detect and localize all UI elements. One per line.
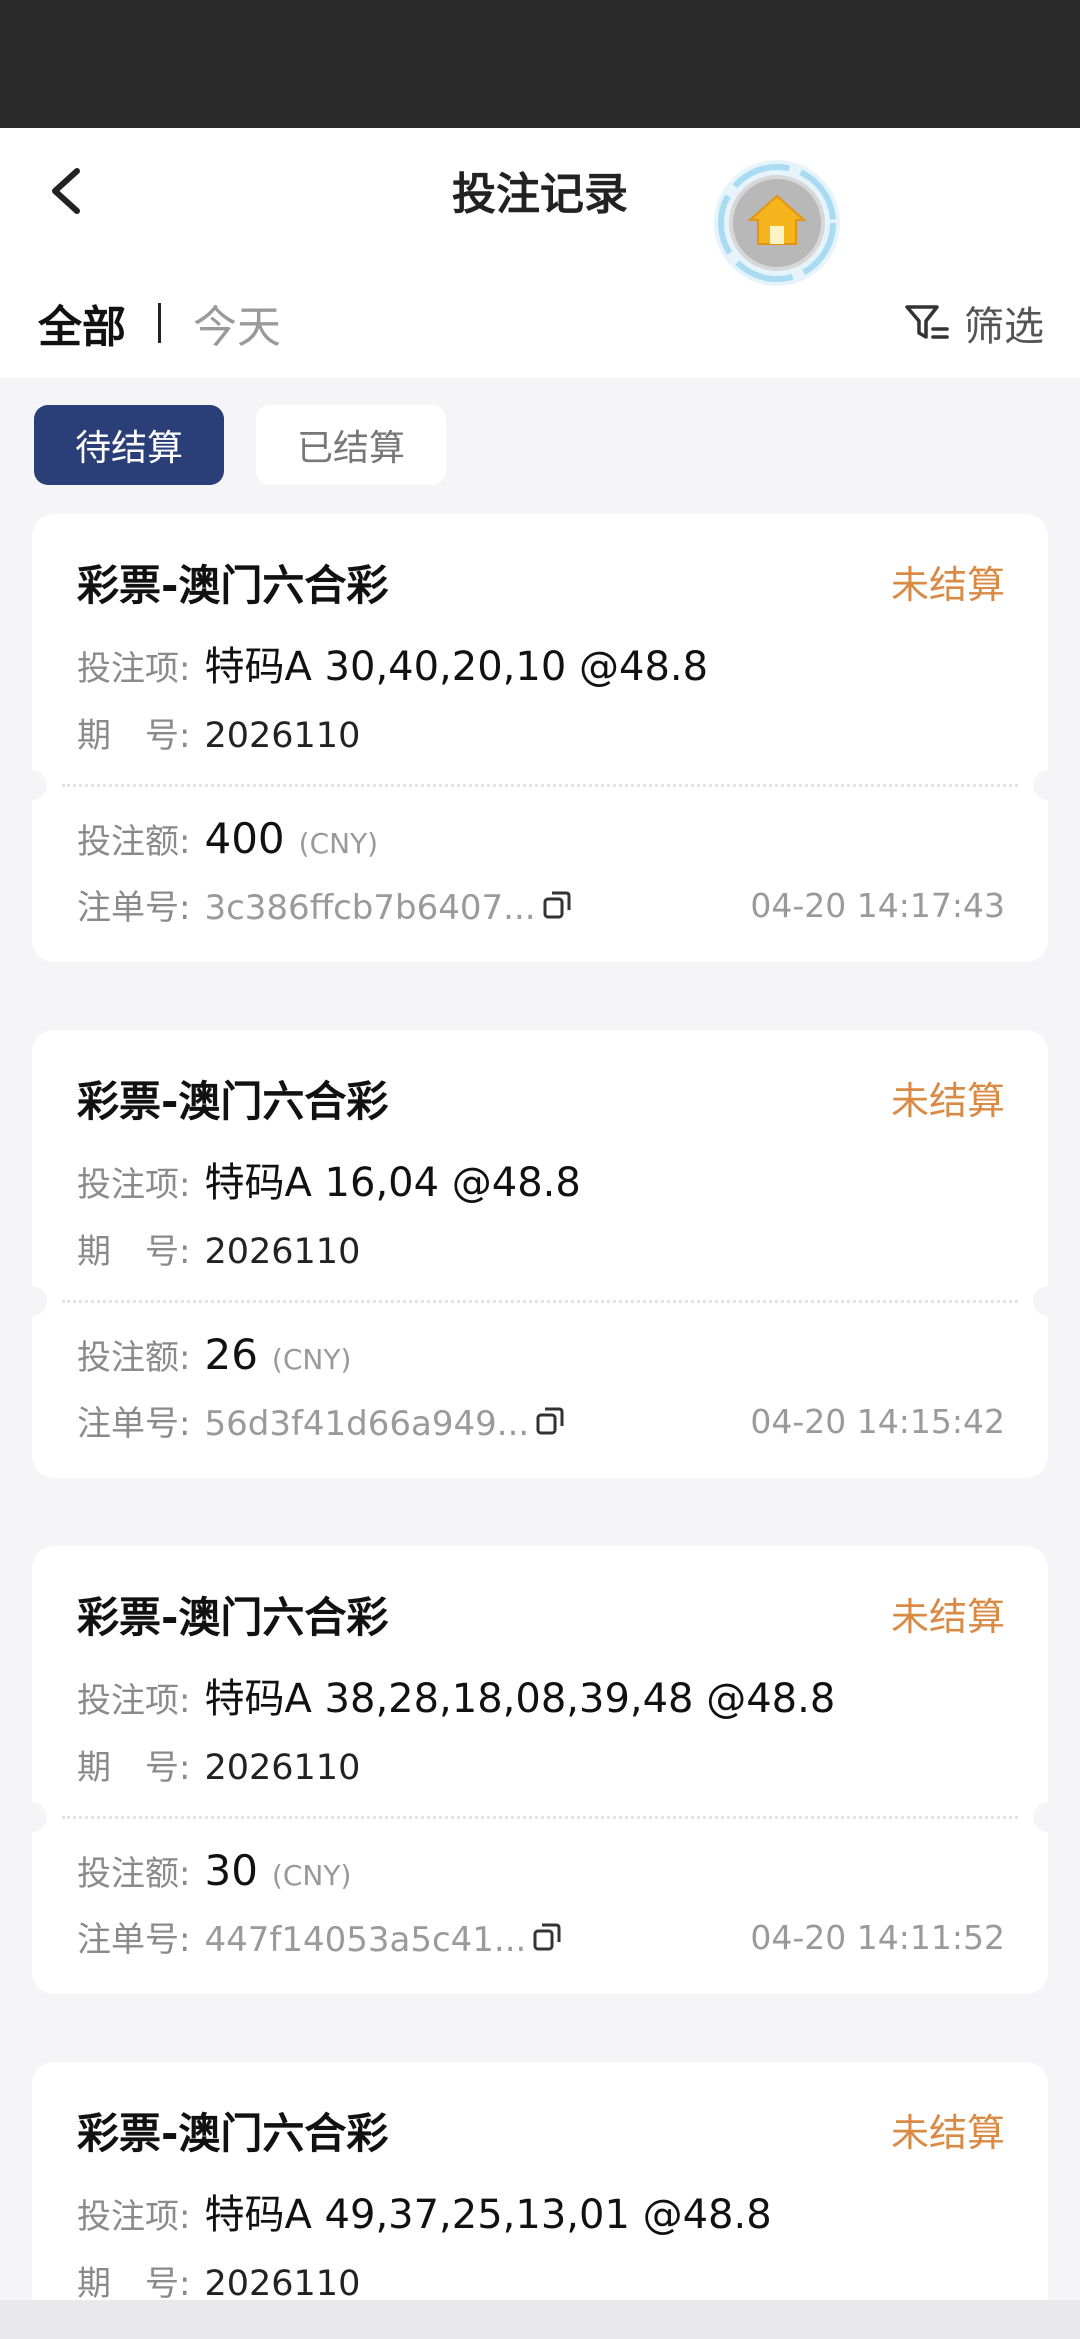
amount-row: 投注额: 30 (CNY) xyxy=(77,1846,351,1895)
copy-icon[interactable] xyxy=(535,1406,565,1436)
issue-value: 2026110 xyxy=(204,716,361,756)
card-title: 彩票-澳门六合彩 xyxy=(77,1593,389,1642)
bet-time: 04-20 14:17:43 xyxy=(750,886,1005,925)
amount-currency: (CNY) xyxy=(298,827,379,860)
bet-item-value: 特码A 49,37,25,13,01 @48.8 xyxy=(204,2192,772,2238)
card-notch xyxy=(1033,770,1048,800)
bottom-bar xyxy=(0,2300,1080,2339)
card-notch xyxy=(32,1802,47,1832)
amount-value: 30 xyxy=(204,1846,258,1895)
card-notch xyxy=(32,770,47,800)
card-divider xyxy=(62,1816,1018,1819)
bet-item-value: 特码A 38,28,18,08,39,48 @48.8 xyxy=(204,1676,836,1722)
filter-label: 筛选 xyxy=(964,304,1044,350)
amount-currency: (CNY) xyxy=(271,1343,352,1376)
page-title: 投注记录 xyxy=(452,169,628,220)
card-title: 彩票-澳门六合彩 xyxy=(77,1077,389,1126)
issue-value: 2026110 xyxy=(204,1232,361,1272)
status-badge: 未结算 xyxy=(890,2111,1005,2155)
order-id: 3c386ffcb7b6407... xyxy=(204,888,536,928)
bet-card[interactable]: 彩票-澳门六合彩 未结算 投注项: 特码A 16,04 @48.8 期 号: 2… xyxy=(32,1030,1048,1478)
bet-item-label: 投注项: xyxy=(77,1165,191,1205)
amount-row: 投注额: 400 (CNY) xyxy=(77,814,378,863)
order-row: 注单号: 447f14053a5c41... xyxy=(77,1912,562,1961)
order-row: 注单号: 3c386ffcb7b6407... xyxy=(77,880,572,929)
issue-row: 期 号: 2026110 xyxy=(77,1224,360,1273)
filter-icon xyxy=(905,305,949,339)
issue-row: 期 号: 2026110 xyxy=(77,2256,360,2300)
amount-label: 投注额: xyxy=(77,822,191,862)
amount-label: 投注额: xyxy=(77,1854,191,1894)
amount-value: 400 xyxy=(204,814,285,863)
issue-label: 期 号: xyxy=(77,1748,191,1788)
bet-time: 04-20 14:15:42 xyxy=(750,1402,1005,1441)
issue-label: 期 号: xyxy=(77,1232,191,1272)
bet-time: 04-20 14:11:52 xyxy=(750,1918,1005,1957)
card-notch xyxy=(1033,1286,1048,1316)
header: 投注记录 全部 今天 筛选 xyxy=(0,128,1080,378)
tab-pending[interactable]: 待结算 xyxy=(34,405,224,485)
order-label: 注单号: xyxy=(77,1404,191,1444)
bet-card[interactable]: 彩票-澳门六合彩 未结算 投注项: 特码A 38,28,18,08,39,48 … xyxy=(32,1546,1048,1994)
tab-today[interactable]: 今天 xyxy=(193,291,281,355)
issue-value: 2026110 xyxy=(204,2264,361,2300)
bet-item-row: 投注项: 特码A 38,28,18,08,39,48 @48.8 xyxy=(77,1666,835,1724)
card-notch xyxy=(32,1286,47,1316)
home-icon xyxy=(714,160,840,286)
order-id: 56d3f41d66a949... xyxy=(204,1404,530,1444)
issue-row: 期 号: 2026110 xyxy=(77,708,360,757)
order-row: 注单号: 56d3f41d66a949... xyxy=(77,1396,565,1445)
bet-item-row: 投注项: 特码A 49,37,25,13,01 @48.8 xyxy=(77,2182,772,2240)
order-label: 注单号: xyxy=(77,888,191,928)
card-title: 彩票-澳门六合彩 xyxy=(77,561,389,610)
card-divider xyxy=(62,1300,1018,1303)
issue-row: 期 号: 2026110 xyxy=(77,1740,360,1789)
card-divider xyxy=(62,784,1018,787)
issue-value: 2026110 xyxy=(204,1748,361,1788)
bet-item-label: 投注项: xyxy=(77,1681,191,1721)
bet-item-value: 特码A 30,40,20,10 @48.8 xyxy=(204,644,709,690)
home-button[interactable] xyxy=(712,158,842,288)
bet-item-label: 投注项: xyxy=(77,649,191,689)
amount-currency: (CNY) xyxy=(271,1859,352,1892)
order-label: 注单号: xyxy=(77,1920,191,1960)
tab-all[interactable]: 全部 xyxy=(38,291,126,355)
bet-item-row: 投注项: 特码A 30,40,20,10 @48.8 xyxy=(77,634,708,692)
order-id: 447f14053a5c41... xyxy=(204,1920,527,1960)
amount-label: 投注额: xyxy=(77,1338,191,1378)
status-badge: 未结算 xyxy=(890,1595,1005,1639)
status-badge: 未结算 xyxy=(890,1079,1005,1123)
tab-divider xyxy=(158,303,161,343)
amount-row: 投注额: 26 (CNY) xyxy=(77,1330,351,1379)
copy-icon[interactable] xyxy=(532,1922,562,1952)
status-tabs: 待结算 已结算 xyxy=(34,405,478,485)
tab-settled[interactable]: 已结算 xyxy=(256,405,446,485)
card-title: 彩票-澳门六合彩 xyxy=(77,2109,389,2158)
bet-card[interactable]: 彩票-澳门六合彩 未结算 投注项: 特码A 30,40,20,10 @48.8 … xyxy=(32,514,1048,962)
bet-item-label: 投注项: xyxy=(77,2197,191,2237)
card-notch xyxy=(1033,1802,1048,1832)
bet-item-value: 特码A 16,04 @48.8 xyxy=(204,1160,581,1206)
copy-icon[interactable] xyxy=(542,890,572,920)
issue-label: 期 号: xyxy=(77,2264,191,2300)
bet-card[interactable]: 彩票-澳门六合彩 未结算 投注项: 特码A 49,37,25,13,01 @48… xyxy=(32,2062,1048,2300)
status-bar xyxy=(0,0,1080,128)
bet-item-row: 投注项: 特码A 16,04 @48.8 xyxy=(77,1150,581,1208)
amount-value: 26 xyxy=(204,1330,258,1379)
range-tabs: 全部 今天 xyxy=(38,288,281,358)
filter-button[interactable]: 筛选 xyxy=(904,290,1044,356)
status-badge: 未结算 xyxy=(890,563,1005,607)
issue-label: 期 号: xyxy=(77,716,191,756)
